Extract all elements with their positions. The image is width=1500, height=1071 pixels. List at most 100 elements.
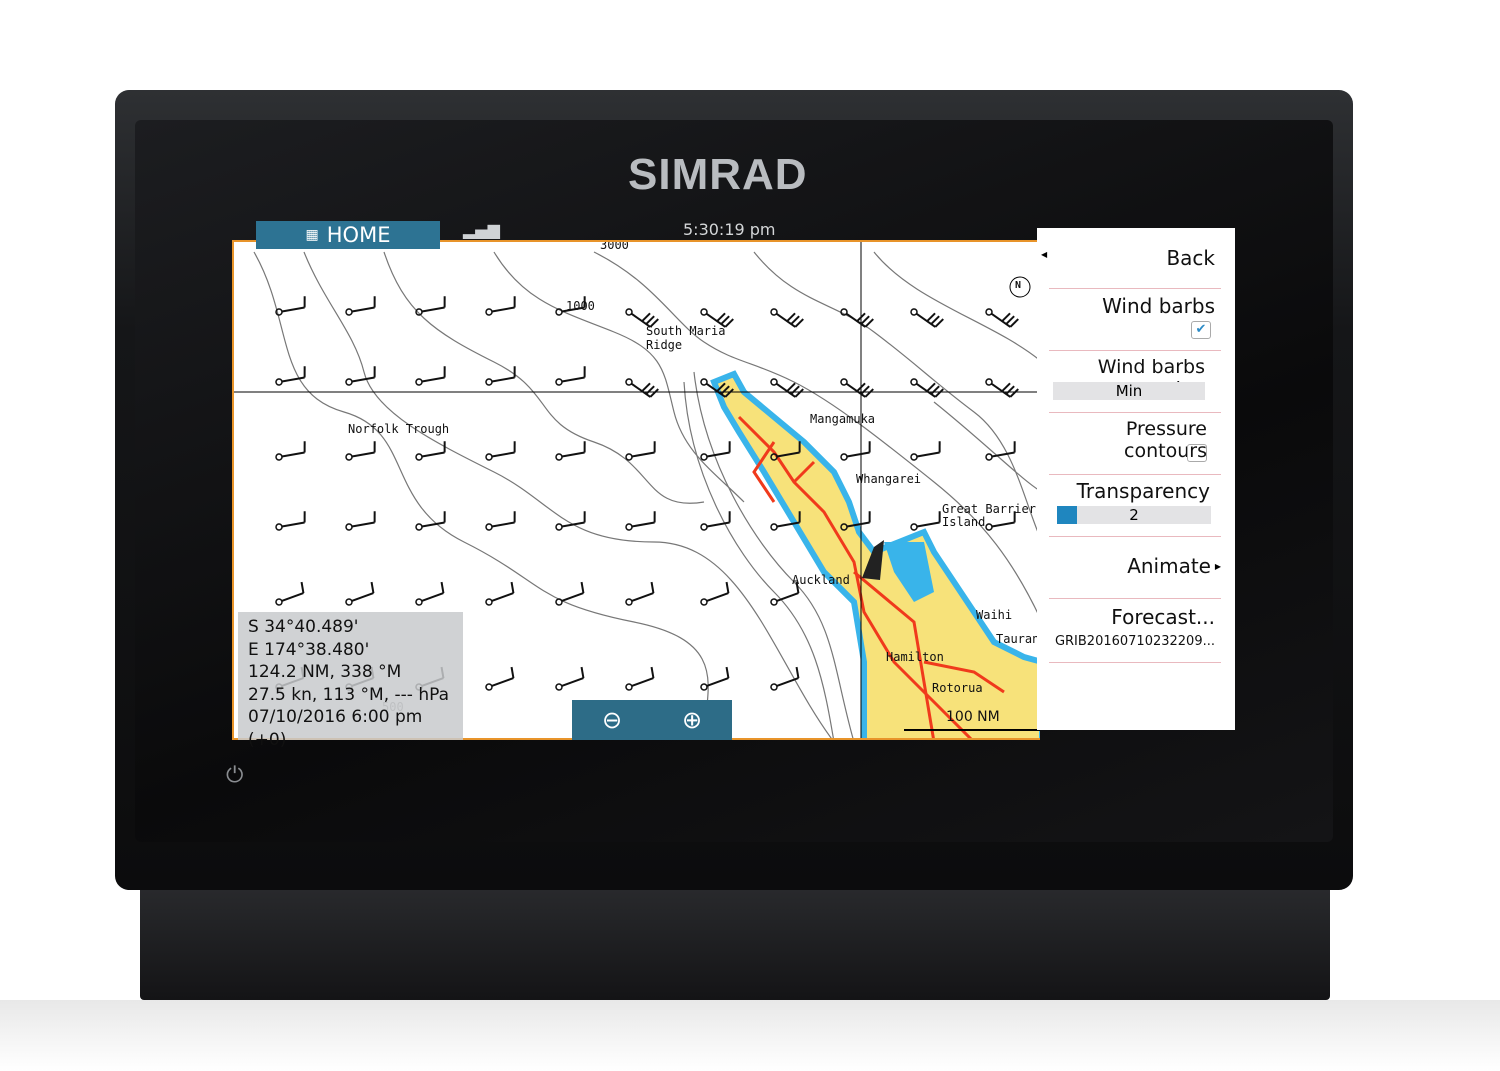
cursor-latitude: S 34°40.489' (248, 617, 359, 637)
wind-barbs-checkbox[interactable]: ✔ (1191, 321, 1211, 339)
menu-pressure-contours[interactable]: Pressure contours (1037, 418, 1207, 462)
wind-barb-icon (985, 378, 1019, 398)
wind-barb-icon (345, 296, 376, 316)
wind-barb-icon (345, 366, 376, 386)
wind-barb-icon (625, 581, 655, 606)
map-label: Hamilton (886, 650, 944, 664)
weather-options-menu: ◀ Back Wind barbs ✔ Wind barbs spacing M… (1037, 228, 1235, 730)
wind-barb-icon (555, 366, 586, 386)
pressure-contours-checkbox[interactable] (1187, 444, 1207, 462)
divider (1049, 474, 1221, 475)
wind-barb-icon (485, 296, 516, 316)
wind-barb-icon (555, 511, 586, 531)
map-label: Whangarei (856, 472, 922, 486)
map-label: Mangamuka (810, 412, 876, 426)
divider (1049, 288, 1221, 289)
menu-animate[interactable]: Animate (1127, 554, 1211, 578)
home-button[interactable]: ▦ HOME (256, 221, 440, 249)
collapse-arrow-icon[interactable]: ◀ (1041, 250, 1047, 259)
zoom-in-icon[interactable]: ⊕ (682, 706, 702, 734)
gps-signal-icon: ▂▄▆ (463, 220, 500, 239)
map-label: Tauran (996, 632, 1040, 646)
map-label: Rotorua (932, 681, 983, 695)
divider (1049, 350, 1221, 351)
divider (1049, 536, 1221, 537)
zoom-controls: ⊖ ⊕ (572, 700, 732, 740)
wind-barb-icon (770, 378, 804, 398)
transparency-value: 2 (1129, 506, 1139, 524)
wind-barb-icon (985, 441, 1016, 461)
wind-barb-icon (910, 308, 944, 328)
clock: 5:30:19 pm (683, 220, 776, 239)
forecast-datetime: 07/10/2016 6:00 pm (+0) (248, 707, 423, 750)
wind-barb-icon (985, 308, 1019, 328)
wind-barb-icon (345, 441, 376, 461)
map-label: Island (942, 515, 986, 529)
map-label: South Maria (646, 324, 726, 338)
wind-barb-icon (910, 378, 944, 398)
menu-back[interactable]: Back (1166, 246, 1215, 270)
cursor-range-bearing: 124.2 NM, 338 °M (248, 662, 402, 682)
map-label: Norfolk Trough (348, 422, 450, 436)
map-label: Waihi (976, 608, 1013, 622)
wind-barb-icon (555, 441, 586, 461)
floor (0, 1000, 1500, 1071)
spacing-value[interactable]: Min (1053, 382, 1205, 400)
wind-barb-icon (700, 581, 730, 606)
wind-barb-icon (415, 511, 446, 531)
wind-barb-icon (770, 308, 804, 328)
zoom-out-icon[interactable]: ⊖ (602, 706, 622, 734)
wind-barb-icon (485, 511, 516, 531)
wind-barb-icon (275, 511, 306, 531)
wind-barb-icon (625, 511, 656, 531)
menu-transparency[interactable]: Transparency (1077, 479, 1210, 503)
wind-barb-icon (625, 441, 656, 461)
wind-barb-icon (345, 581, 375, 606)
wind-barb-icon (840, 378, 874, 398)
wind-barb-icon (485, 441, 516, 461)
divider (1049, 662, 1221, 663)
map-label: Auckland (792, 573, 850, 587)
forecast-file: GRIB20160710232209... (1054, 634, 1215, 649)
wind-barb-icon (415, 581, 445, 606)
wind-barb-icon (275, 441, 306, 461)
wind-barb-icon (840, 441, 871, 461)
wind-barb-icon (910, 441, 941, 461)
wind-barb-icon (485, 366, 516, 386)
device-stand (140, 880, 1330, 1000)
map-label: 1000 (566, 299, 595, 313)
wind-barb-icon (625, 378, 659, 398)
wind-barb-icon (625, 666, 655, 691)
slider-handle[interactable] (1057, 506, 1077, 524)
power-icon[interactable]: ⏻ (226, 763, 243, 788)
wind-barb-icon (555, 581, 585, 606)
menu-wind-barbs[interactable]: Wind barbs (1102, 294, 1215, 318)
scale-label: 100 NM (946, 709, 1000, 725)
wind-barb-icon (485, 581, 515, 606)
cursor-wind: 27.5 kn, 113 °M, --- hPa (248, 684, 449, 705)
home-label: HOME (326, 223, 391, 247)
north-label: N (1015, 280, 1022, 291)
wind-barb-icon (770, 666, 800, 691)
wind-barb-icon (555, 666, 585, 691)
menu-forecast[interactable]: Forecast... (1111, 605, 1215, 629)
wind-barb-icon (700, 666, 730, 691)
wind-barb-icon (275, 296, 306, 316)
divider (1049, 598, 1221, 599)
map-label: 3000 (600, 240, 629, 252)
brand-logo: SIMRAD (628, 150, 808, 199)
divider (1049, 412, 1221, 413)
wind-barb-icon (910, 511, 941, 531)
submenu-arrow-icon: ▶ (1214, 562, 1221, 571)
wind-barb-icon (275, 581, 305, 606)
cursor-info-panel: S 34°40.489' E 174°38.480' 124.2 NM, 338… (238, 612, 463, 750)
transparency-slider[interactable]: 2 (1057, 506, 1211, 524)
wind-barb-icon (840, 308, 874, 328)
wind-barb-icon (415, 441, 446, 461)
wind-barb-icon (485, 666, 515, 691)
map-label: Great Barrier (942, 502, 1036, 516)
map-label: Ridge (646, 338, 683, 352)
wind-barb-icon (345, 511, 376, 531)
wind-barb-icon (415, 366, 446, 386)
grid-icon: ▦ (305, 227, 319, 243)
